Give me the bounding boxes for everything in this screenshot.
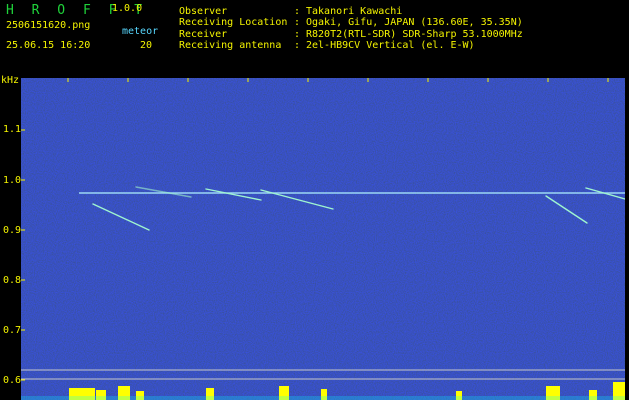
app-version: 1.0.0: [112, 3, 143, 14]
header-panel: H R O F F T 1.0.0 2506151620.png 25.06.1…: [0, 0, 629, 76]
info-sep: :: [294, 6, 301, 17]
info-key-observer: Observer: [179, 6, 228, 17]
y-tick-label: 0.6: [3, 375, 22, 386]
y-tick-label: 1.0: [3, 175, 22, 186]
detection-count: 20: [140, 40, 153, 51]
info-value-location: Ogaki, Gifu, JAPAN (136.60E, 35.35N): [306, 17, 523, 28]
waterfall-noise: [21, 78, 625, 400]
y-tick-label: 0.7: [3, 325, 22, 336]
info-key-location: Receiving Location: [179, 17, 288, 28]
file-datetime: 25.06.15 16:20: [6, 40, 91, 51]
spectrogram-waterfall: [21, 78, 625, 400]
y-tick-label: 1.1: [3, 124, 22, 135]
info-sep: :: [294, 29, 301, 40]
detection-label: meteor: [122, 26, 159, 37]
info-value-observer: Takanori Kawachi: [306, 6, 403, 17]
info-sep: :: [294, 40, 301, 51]
info-key-receiver: Receiver: [179, 29, 228, 40]
info-value-antenna: 2el-HB9CV Vertical (el. E-W): [306, 40, 475, 51]
y-axis-unit: kHz: [1, 75, 20, 86]
y-tick-label: 0.8: [3, 275, 22, 286]
level-floor: [21, 396, 625, 400]
y-tick-label: 0.9: [3, 225, 22, 236]
info-key-antenna: Receiving antenna: [179, 40, 282, 51]
info-sep: :: [294, 17, 301, 28]
info-value-receiver: R820T2(RTL-SDR) SDR-Sharp 53.1000MHz: [306, 29, 523, 40]
file-name: 2506151620.png: [6, 20, 91, 31]
